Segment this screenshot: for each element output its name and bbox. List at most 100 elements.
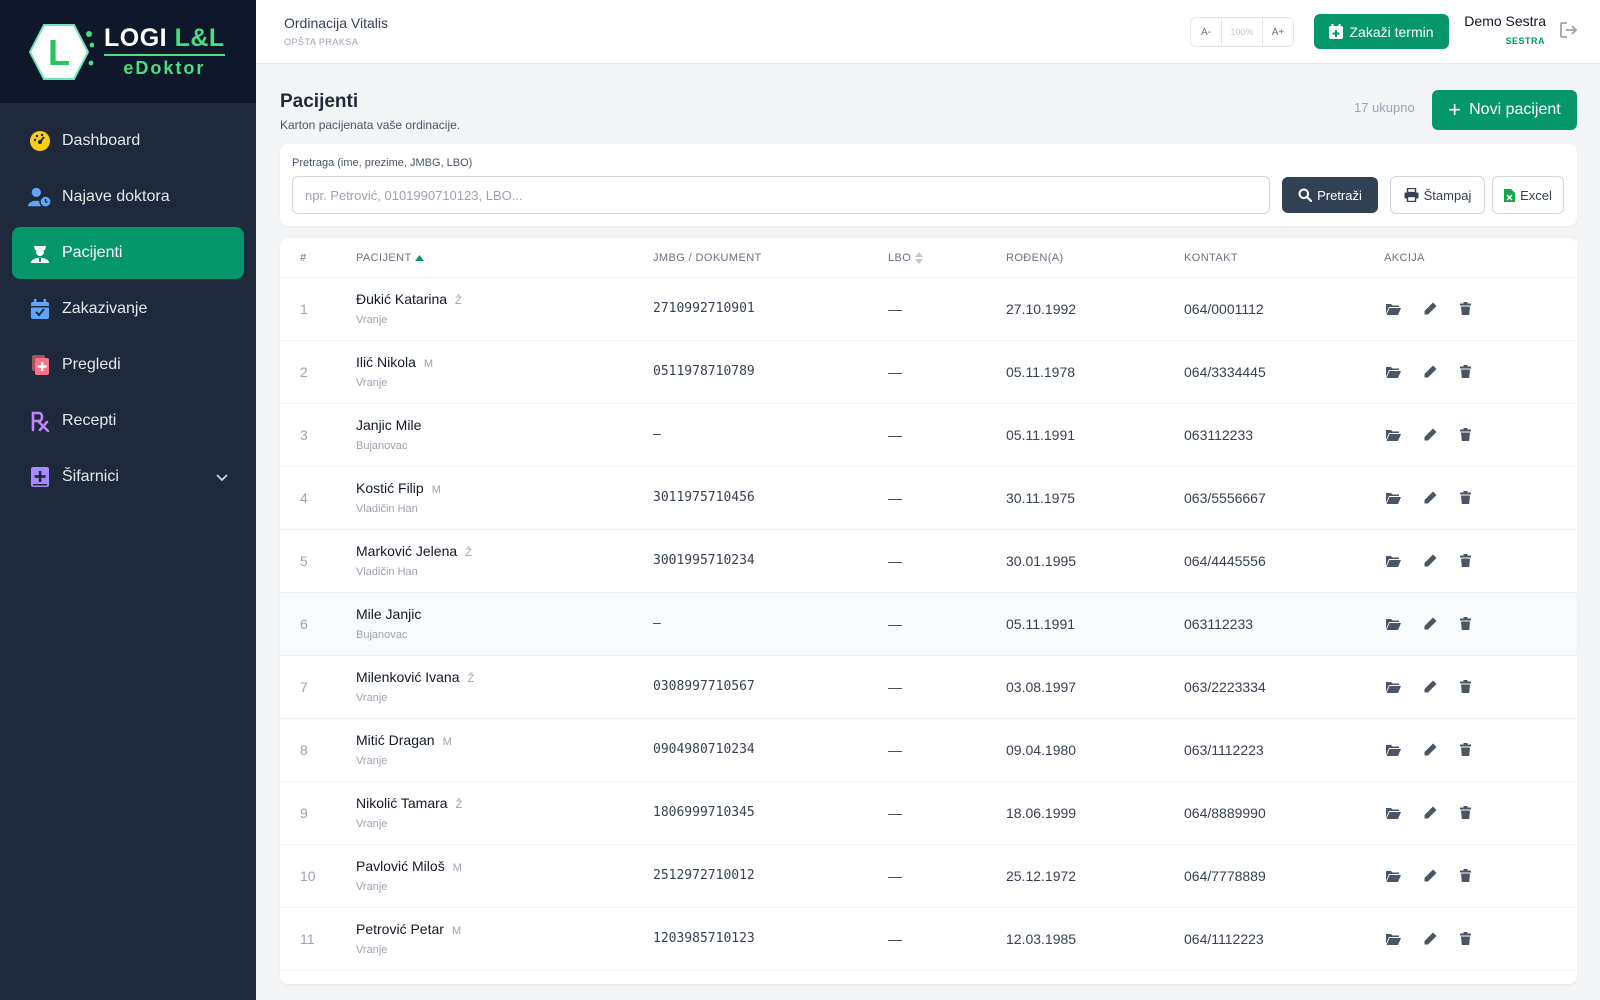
patient-jmbg: 1806999710345	[653, 805, 755, 820]
trash-icon[interactable]	[1460, 365, 1471, 383]
open-folder-icon[interactable]	[1386, 491, 1401, 509]
column-header-patient-label: PACIJENT	[356, 252, 412, 264]
patient-name-link[interactable]: Janjic Mile	[356, 417, 429, 433]
open-folder-icon[interactable]	[1386, 365, 1401, 383]
table-header: # PACIJENT JMBG / DOKUMENT LBO ROĐEN(A) …	[280, 238, 1577, 278]
sidebar-item-sifarnici[interactable]: Šifarnici	[12, 451, 244, 503]
open-folder-icon[interactable]	[1386, 554, 1401, 572]
pencil-icon[interactable]	[1424, 932, 1437, 950]
zoom-decrease-button[interactable]: A-	[1191, 18, 1221, 46]
search-button[interactable]: Pretraži	[1282, 177, 1378, 213]
column-header-lbo[interactable]: LBO	[888, 252, 924, 264]
logout-icon[interactable]	[1560, 22, 1578, 43]
pencil-icon[interactable]	[1424, 365, 1437, 383]
patient-lbo: —	[888, 679, 902, 695]
open-folder-icon[interactable]	[1386, 617, 1401, 635]
open-folder-icon[interactable]	[1386, 302, 1401, 320]
patient-name-link[interactable]: Mitić Dragan M	[356, 732, 452, 748]
trash-icon[interactable]	[1460, 302, 1471, 320]
pencil-icon[interactable]	[1424, 680, 1437, 698]
open-folder-icon[interactable]	[1386, 428, 1401, 446]
excel-file-icon	[1504, 189, 1516, 202]
sidebar-item-zakazivanje[interactable]: Zakazivanje	[12, 283, 244, 335]
print-button[interactable]: Štampaj	[1390, 176, 1485, 214]
table-row: 1 Đukić Katarina Ž Vranje 2710992710901 —…	[280, 278, 1577, 341]
patient-name-link[interactable]: Nikolić Tamara Ž	[356, 795, 462, 811]
patient-name-link[interactable]: Marković Jelena Ž	[356, 543, 472, 559]
user-clock-icon	[28, 185, 52, 209]
open-folder-icon[interactable]	[1386, 932, 1401, 950]
pencil-icon[interactable]	[1424, 806, 1437, 824]
column-header-patient[interactable]: PACIJENT	[356, 252, 424, 264]
patient-sex: M	[423, 358, 434, 370]
sidebar-item-label: Recepti	[62, 412, 117, 429]
sidebar: L LOGI L&L eDoktor Dashboard Najave dokt…	[0, 0, 256, 1000]
patient-name-link[interactable]: Đukić Katarina Ž	[356, 291, 462, 307]
zoom-increase-button[interactable]: A+	[1263, 18, 1293, 46]
open-folder-icon[interactable]	[1386, 743, 1401, 761]
open-folder-icon[interactable]	[1386, 680, 1401, 698]
sidebar-item-najave-doktora[interactable]: Najave doktora	[12, 171, 244, 223]
patient-name-link[interactable]: Milenković Ivana Ž	[356, 669, 474, 685]
patient-name-link[interactable]: Pavlović Miloš M	[356, 858, 462, 874]
sidebar-item-label: Šifarnici	[62, 468, 119, 485]
sidebar-item-pacijenti[interactable]: Pacijenti	[12, 227, 244, 279]
patient-name-link[interactable]: Petrović Petar M	[356, 921, 461, 937]
trash-icon[interactable]	[1460, 617, 1471, 635]
trash-icon[interactable]	[1460, 491, 1471, 509]
pencil-icon[interactable]	[1424, 428, 1437, 446]
brand-logo[interactable]: L LOGI L&L eDoktor	[0, 0, 256, 103]
search-card: Pretraga (ime, prezime, JMBG, LBO) Pretr…	[280, 144, 1577, 226]
trash-icon[interactable]	[1460, 806, 1471, 824]
patient-name: Mile Janjic	[356, 606, 422, 622]
pencil-icon[interactable]	[1424, 554, 1437, 572]
new-patient-button[interactable]: + Novi pacijent	[1432, 90, 1577, 130]
trash-icon[interactable]	[1460, 680, 1471, 698]
patient-name-link[interactable]: Ilić Nikola M	[356, 354, 433, 370]
patient-dob: 25.12.1972	[1006, 868, 1077, 884]
patient-contact: 063112233	[1184, 616, 1254, 632]
new-patient-label: Novi pacijent	[1469, 101, 1561, 118]
patient-dob: 05.11.1978	[1006, 364, 1076, 380]
pencil-icon[interactable]	[1424, 869, 1437, 887]
trash-icon[interactable]	[1460, 428, 1471, 446]
pencil-icon[interactable]	[1424, 302, 1437, 320]
sidebar-item-recepti[interactable]: Recepti	[12, 395, 244, 447]
sidebar-item-dashboard[interactable]: Dashboard	[12, 115, 244, 167]
sidebar-item-pregledi[interactable]: Pregledi	[12, 339, 244, 391]
patient-dob: 03.08.1997	[1006, 679, 1077, 695]
patient-lbo: —	[888, 742, 902, 758]
row-index: 7	[300, 679, 308, 695]
row-index: 8	[300, 742, 308, 758]
clinic-name: Ordinacija Vitalis	[284, 15, 389, 31]
schedule-appointment-button[interactable]: Zakaži termin	[1314, 14, 1449, 49]
patient-name-link[interactable]: Kostić Filip M	[356, 480, 441, 496]
patient-jmbg: 3001995710234	[653, 553, 755, 568]
pencil-icon[interactable]	[1424, 491, 1437, 509]
patient-sex: M	[431, 484, 441, 496]
trash-icon[interactable]	[1460, 554, 1471, 572]
medical-file-icon	[28, 353, 52, 377]
chevron-down-icon[interactable]	[216, 469, 228, 487]
patient-city: Vranje	[356, 692, 388, 704]
pencil-icon[interactable]	[1424, 743, 1437, 761]
patient-city: Vranje	[356, 755, 388, 767]
patient-name: Pavlović Miloš	[356, 858, 445, 874]
patient-sex: M	[452, 862, 462, 874]
pencil-icon[interactable]	[1424, 617, 1437, 635]
trash-icon[interactable]	[1460, 869, 1471, 887]
patient-contact: 064/3334445	[1184, 364, 1266, 380]
trash-icon[interactable]	[1460, 932, 1471, 950]
trash-icon[interactable]	[1460, 743, 1471, 761]
search-input[interactable]	[292, 176, 1270, 214]
open-folder-icon[interactable]	[1386, 869, 1401, 887]
patient-jmbg: —	[653, 427, 661, 442]
user-role: SESTRA	[1505, 36, 1545, 46]
table-row: 11 Petrović Petar M Vranje 1203985710123 …	[280, 908, 1577, 971]
open-folder-icon[interactable]	[1386, 806, 1401, 824]
medical-book-icon	[28, 465, 52, 489]
patient-city: Vranje	[356, 881, 388, 893]
patient-lbo: —	[888, 868, 902, 884]
excel-export-button[interactable]: Excel	[1492, 176, 1564, 214]
patient-name-link[interactable]: Mile Janjic	[356, 606, 429, 622]
